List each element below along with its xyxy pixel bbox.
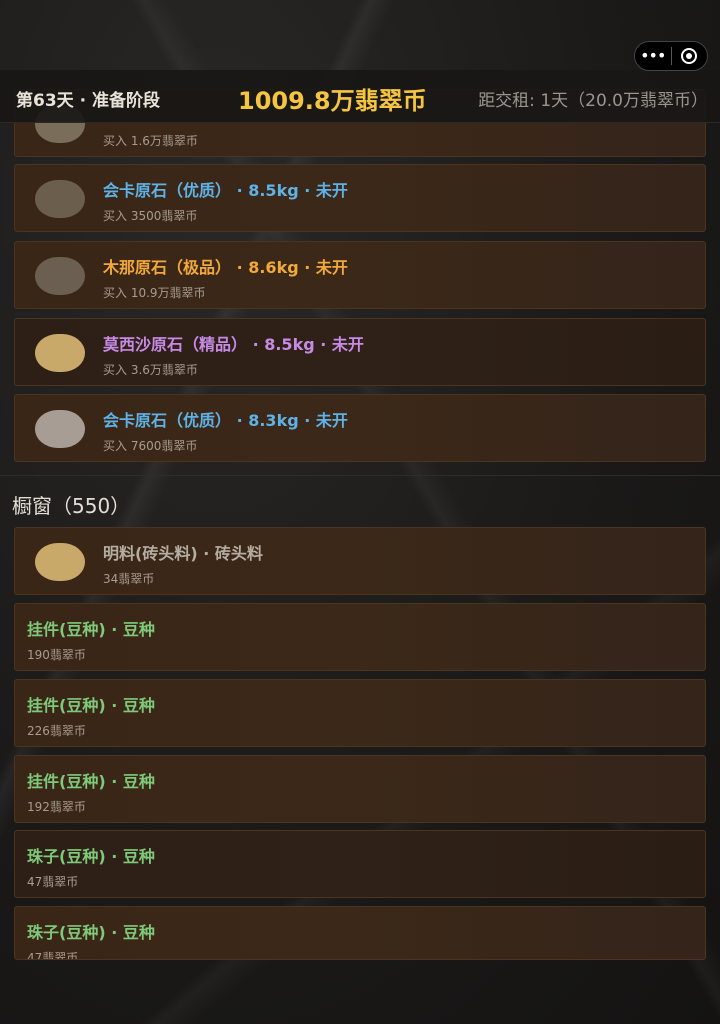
- showcase-item[interactable]: 珠子(豆种) · 豆种 47翡翠币: [14, 906, 706, 960]
- showcase-item-price: 190翡翠币: [27, 648, 86, 662]
- stone-price: 买入 7600翡翠币: [103, 439, 198, 453]
- showcase-item-title: 挂件(豆种) · 豆种: [27, 696, 155, 715]
- showcase-item-title: 珠子(豆种) · 豆种: [27, 923, 155, 942]
- showcase-item-title: 挂件(豆种) · 豆种: [27, 620, 155, 639]
- rough-stone-icon: [35, 257, 85, 295]
- showcase-item[interactable]: 挂件(豆种) · 豆种 192翡翠币: [14, 755, 706, 823]
- jade-brick-icon: [35, 543, 85, 581]
- stone-price: 买入 1.6万翡翠币: [103, 134, 198, 148]
- rough-stone-icon: [35, 334, 85, 372]
- stone-card[interactable]: 木那原石（极品） · 8.6kg · 未开 买入 10.9万翡翠币: [14, 241, 706, 309]
- showcase-item-price: 226翡翠币: [27, 724, 86, 738]
- stone-card[interactable]: 会卡原石（优质） · 8.3kg · 未开 买入 7600翡翠币: [14, 394, 706, 462]
- rough-stone-icon: [35, 180, 85, 218]
- showcase-heading: 橱窗（550）: [12, 494, 131, 518]
- day-phase-label: 第63天 · 准备阶段: [16, 91, 160, 111]
- stone-card[interactable]: 莫西沙原石（精品） · 8.5kg · 未开 买入 3.6万翡翠币: [14, 318, 706, 386]
- showcase-item-price: 192翡翠币: [27, 800, 86, 814]
- showcase-item-title: 明料(砖头料) · 砖头料: [103, 544, 263, 563]
- stone-price: 买入 3500翡翠币: [103, 209, 198, 223]
- rough-stone-icon: [35, 410, 85, 448]
- stone-title: 莫西沙原石（精品） · 8.5kg · 未开: [103, 335, 364, 354]
- stone-price: 买入 3.6万翡翠币: [103, 363, 198, 377]
- money-balance: 1009.8万翡翠币: [238, 87, 427, 115]
- stone-price: 买入 10.9万翡翠币: [103, 286, 206, 300]
- showcase-item-title: 珠子(豆种) · 豆种: [27, 847, 155, 866]
- mini-program-capsule[interactable]: •••: [634, 41, 708, 71]
- stone-card[interactable]: 会卡原石（优质） · 8.5kg · 未开 买入 3500翡翠币: [14, 164, 706, 232]
- more-dots-icon[interactable]: •••: [635, 42, 671, 70]
- rent-countdown: 距交租: 1天（20.0万翡翠币）: [478, 91, 708, 111]
- stone-title: 会卡原石（优质） · 8.3kg · 未开: [103, 411, 348, 430]
- close-target-icon[interactable]: [671, 48, 707, 64]
- showcase-item-price: 34翡翠币: [103, 572, 155, 586]
- showcase-item[interactable]: 挂件(豆种) · 豆种 226翡翠币: [14, 679, 706, 747]
- showcase-item-price: 47翡翠币: [27, 875, 79, 889]
- section-divider: [0, 475, 720, 476]
- showcase-item[interactable]: 挂件(豆种) · 豆种 190翡翠币: [14, 603, 706, 671]
- status-bar: 第63天 · 准备阶段 1009.8万翡翠币 距交租: 1天（20.0万翡翠币）: [0, 70, 720, 123]
- showcase-item[interactable]: 珠子(豆种) · 豆种 47翡翠币: [14, 830, 706, 898]
- showcase-item-title: 挂件(豆种) · 豆种: [27, 772, 155, 791]
- stone-title: 木那原石（极品） · 8.6kg · 未开: [103, 258, 348, 277]
- stone-title: 会卡原石（优质） · 8.5kg · 未开: [103, 181, 348, 200]
- showcase-item[interactable]: 明料(砖头料) · 砖头料 34翡翠币: [14, 527, 706, 595]
- showcase-item-price: 47翡翠币: [27, 951, 79, 960]
